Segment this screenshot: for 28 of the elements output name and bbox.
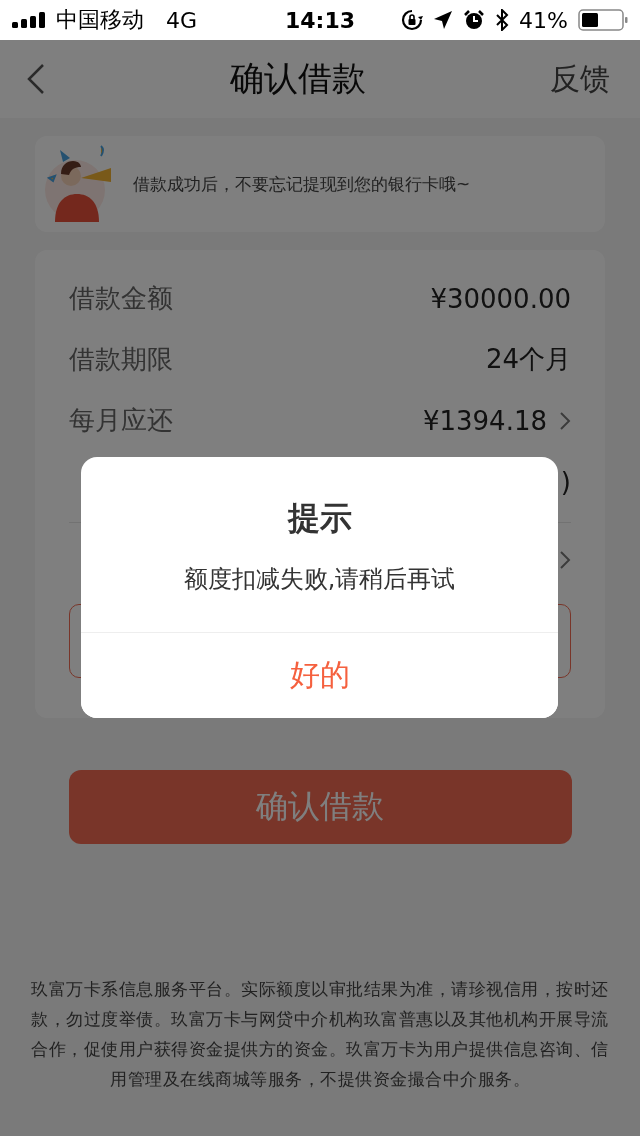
- detail-value: ): [560, 466, 571, 497]
- signal-icon: [12, 12, 48, 28]
- page-title: 确认借款: [230, 57, 366, 100]
- carrier-name: 中国移动: [56, 6, 144, 34]
- dialog-title: 提示: [287, 498, 352, 539]
- feedback-link[interactable]: 反馈: [550, 58, 610, 100]
- detail-value: ¥1394.18: [422, 405, 547, 436]
- detail-value: ¥30000.00: [430, 283, 571, 314]
- detail-value: 24个月: [485, 343, 571, 376]
- ok-button[interactable]: 好的: [81, 632, 558, 718]
- confirm-loan-button[interactable]: 确认借款: [68, 770, 572, 844]
- detail-label: 借款期限: [69, 343, 173, 376]
- location-arrow-icon: [433, 10, 454, 30]
- chevron-right-icon[interactable]: [559, 410, 571, 431]
- status-time: 14:13: [285, 7, 355, 33]
- disclaimer-text: 玖富万卡系信息服务平台。实际额度以审批结果为准，请珍视信用，按时还款，勿过度举债。玖富万卡与网贷中介机构玖富普惠以及其他机构开展导流合作，促使用户获得资金提供方的资金。玖富万卡为用户提供信息咨询、信用管理及在线商城等服务，不提供资金撮合中介服务。: [30, 978, 610, 1091]
- chevron-right-icon[interactable]: [559, 549, 571, 570]
- rotation-lock-icon: [401, 9, 424, 31]
- detail-label: 每月应还: [69, 404, 173, 437]
- network-type: 4G: [166, 7, 198, 33]
- detail-label: 借款金额: [69, 282, 173, 315]
- banner-text: 借款成功后，不要忘记提现到您的银行卡哦~: [133, 172, 471, 196]
- dialog-message: 额度扣减失败,请稍后再试: [183, 564, 456, 595]
- battery-percent: 41%: [519, 7, 568, 33]
- back-icon[interactable]: [26, 63, 46, 95]
- battery-icon: [578, 9, 628, 31]
- alarm-icon: [463, 9, 486, 31]
- bluetooth-icon: [495, 9, 510, 31]
